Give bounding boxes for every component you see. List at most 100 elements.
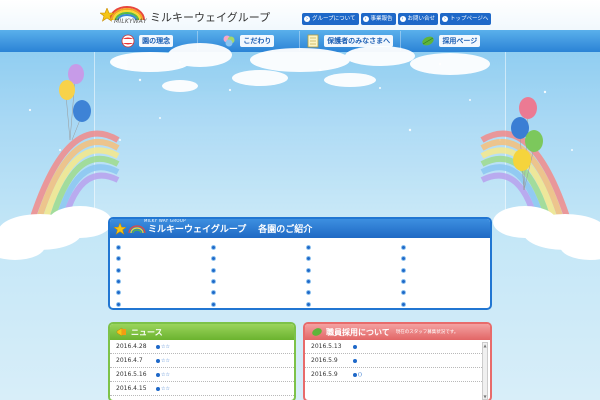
recruit-date: 2016.5.9	[311, 357, 338, 364]
school-link[interactable]	[116, 242, 211, 253]
scroll-down-icon[interactable]: ▼	[483, 394, 487, 399]
star-icon	[114, 222, 126, 235]
school-link[interactable]	[306, 276, 401, 287]
news-row[interactable]: 2016.4.28 ☆☆	[110, 340, 294, 354]
hero-area	[94, 52, 506, 222]
group-logo-en: MILKY WAY GROUP	[144, 218, 186, 223]
site-logo[interactable]: MILKYWAY ミルキーウェイグループ	[100, 6, 275, 28]
school-link[interactable]	[116, 265, 211, 276]
school-link-column	[306, 242, 401, 308]
recruit-text: ()	[358, 371, 362, 378]
news-title: ニュース	[131, 327, 163, 337]
school-link[interactable]	[401, 265, 490, 276]
school-link[interactable]	[401, 253, 490, 264]
news-icons: ☆☆	[156, 358, 170, 364]
nav-label: 採用ページ	[439, 35, 481, 47]
bullet-icon	[401, 279, 406, 285]
bullet-icon	[306, 290, 311, 296]
news-icons: ☆☆	[156, 344, 170, 350]
nav-commitment[interactable]: こだわり	[197, 31, 298, 51]
school-link[interactable]	[306, 242, 401, 253]
topnav-contact[interactable]: › お問い合せ	[397, 13, 439, 25]
notebook-icon	[307, 34, 319, 48]
news-date: 2016.5.16	[116, 371, 147, 378]
school-link[interactable]	[401, 298, 490, 308]
bullet-icon	[306, 256, 311, 262]
topnav-about-group[interactable]: › グループについて	[302, 13, 359, 25]
news-text: ☆☆	[161, 371, 170, 378]
bullet-icon	[401, 301, 406, 307]
bullet-icon	[306, 301, 311, 307]
chevron-right-icon: ›	[304, 16, 310, 22]
recruit-scrollbar[interactable]: ▲ ▼	[482, 342, 488, 400]
bullet-icon	[211, 245, 216, 251]
nav-recruit[interactable]: 採用ページ	[399, 31, 501, 51]
school-link[interactable]	[306, 287, 401, 298]
bullet-icon	[353, 358, 357, 363]
recruit-row[interactable]: 2016.5.9	[305, 354, 482, 368]
school-link[interactable]	[401, 287, 490, 298]
school-link[interactable]	[211, 253, 306, 264]
school-link[interactable]	[211, 298, 306, 308]
school-link[interactable]	[116, 298, 211, 308]
news-date: 2016.4.28	[116, 343, 147, 350]
bullet-icon	[211, 256, 216, 262]
chevron-right-icon: ›	[362, 16, 369, 22]
school-link[interactable]	[116, 287, 211, 298]
school-link[interactable]	[306, 253, 401, 264]
recruit-icons	[353, 358, 358, 363]
school-link[interactable]	[211, 242, 306, 253]
recruit-date: 2016.5.9	[311, 371, 338, 378]
school-link[interactable]	[116, 253, 211, 264]
recruit-icons	[353, 344, 358, 349]
school-link[interactable]	[211, 287, 306, 298]
school-link[interactable]	[401, 276, 490, 287]
group-intro-header: MILKY WAY GROUP ミルキーウェイグループ 各園のご紹介	[110, 219, 490, 238]
header-bar: MILKYWAY ミルキーウェイグループ › グループについて › 事業報告 ›…	[0, 0, 600, 30]
bullet-icon	[156, 344, 160, 349]
topnav-label: トップページへ	[450, 16, 489, 22]
school-link[interactable]	[211, 276, 306, 287]
school-link-grid	[110, 238, 490, 308]
chevron-right-icon: ›	[399, 16, 406, 22]
recruit-list: 2016.5.13 2016.5.9 2016.5.9 () ▲ ▼	[305, 340, 490, 400]
recruit-row[interactable]: 2016.5.9 ()	[305, 368, 482, 382]
school-link-column	[116, 242, 211, 308]
bullet-icon	[306, 245, 311, 251]
news-row[interactable]: 2016.4.15 ☆☆	[110, 382, 294, 396]
bullet-icon	[353, 344, 357, 349]
main-nav: 園の理念 こだわり 保護者のみなさまへ 採用ページ	[97, 31, 501, 51]
nav-philosophy[interactable]: 園の理念	[97, 31, 197, 51]
recruit-icons: ()	[353, 372, 362, 378]
nav-for-parents[interactable]: 保護者のみなさまへ	[298, 31, 400, 51]
bullet-icon	[156, 386, 160, 391]
bullet-icon	[401, 267, 406, 273]
news-text: ☆☆	[161, 385, 170, 392]
group-intro-title: 各園のご紹介	[258, 225, 313, 235]
school-link[interactable]	[306, 298, 401, 308]
topnav-label: お問い合せ	[407, 16, 436, 22]
school-link[interactable]	[401, 242, 490, 253]
bullet-icon	[116, 267, 121, 273]
group-logo: MILKY WAY GROUP ミルキーウェイグループ	[114, 219, 246, 235]
nav-label: 園の理念	[139, 35, 174, 47]
leaf-icon	[312, 328, 322, 336]
news-row[interactable]: 2016.5.16 ☆☆	[110, 368, 294, 382]
bullet-icon	[211, 290, 216, 296]
news-header: ニュース	[110, 324, 294, 340]
school-link[interactable]	[306, 265, 401, 276]
school-link[interactable]	[116, 276, 211, 287]
recruit-date: 2016.5.13	[311, 343, 342, 350]
scroll-up-icon[interactable]: ▲	[483, 343, 487, 348]
news-row[interactable]: 2016.4.7 ☆☆	[110, 354, 294, 368]
star-icon	[100, 8, 114, 22]
school-link[interactable]	[211, 265, 306, 276]
megaphone-icon	[116, 327, 126, 337]
recruit-title: 職員採用について	[326, 327, 390, 337]
recruit-header: 職員採用について 現在のスタッフ募集状況です。	[305, 324, 490, 340]
topnav-top-page[interactable]: › トップページへ	[440, 13, 492, 25]
bullet-icon	[116, 256, 121, 262]
recruit-row[interactable]: 2016.5.13	[305, 340, 482, 354]
recruit-panel: 職員採用について 現在のスタッフ募集状況です。 2016.5.13 2016.5…	[303, 322, 492, 400]
topnav-business-report[interactable]: › 事業報告	[360, 13, 396, 25]
